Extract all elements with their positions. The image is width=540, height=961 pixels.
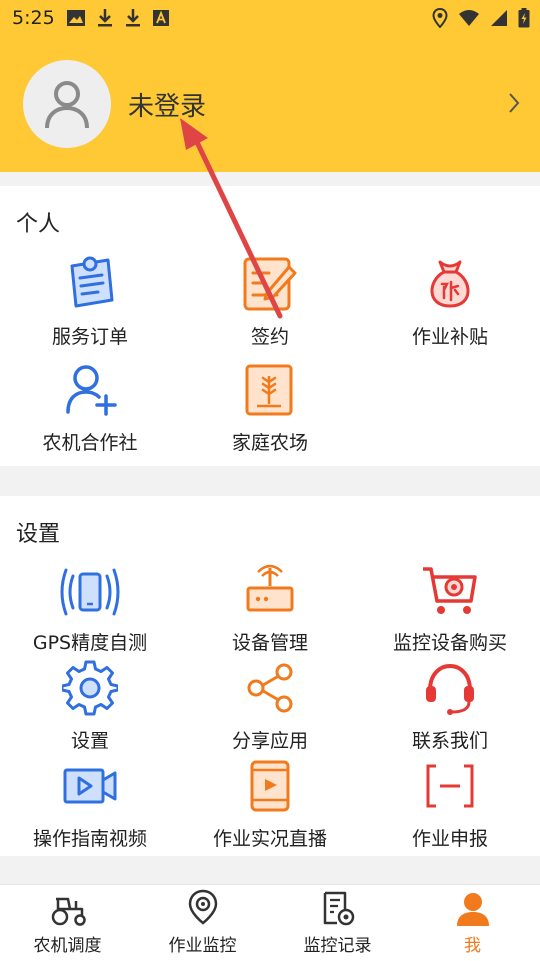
menu-item-work-declaration[interactable]: 作业申报 (360, 756, 540, 851)
bottom-tab-bar: 农机调度 作业监控 监控记录 我 (0, 884, 540, 961)
tab-monitor-records[interactable]: 监控记录 (270, 885, 405, 961)
download-icon (126, 9, 140, 27)
status-time: 5:25 (12, 7, 55, 29)
user-avatar-icon (45, 81, 89, 129)
location-camera-icon (188, 889, 217, 925)
menu-item-live-broadcast[interactable]: 作业实况直播 (180, 756, 360, 851)
menu-item-share-app[interactable]: 分享应用 (180, 658, 360, 753)
login-status-text[interactable]: 未登录 (128, 86, 206, 123)
tab-work-monitor[interactable]: 作业监控 (135, 885, 270, 961)
gps-phone-icon (60, 568, 120, 616)
wheat-farm-icon (245, 364, 293, 416)
personal-section: 个人 服务订单 签约 作业补贴 农机合作社 家庭农场 (0, 186, 540, 466)
image-icon (67, 10, 85, 26)
tab-label: 农机调度 (33, 936, 102, 956)
shopping-cart-icon (423, 567, 477, 614)
status-bar: 5:25 (0, 0, 540, 36)
menu-item-label: 操作指南视频 (32, 828, 147, 850)
menu-item-label: 家庭农场 (231, 432, 308, 454)
section-title: 设置 (16, 522, 61, 547)
font-a-icon (153, 10, 169, 26)
tab-label: 我 (464, 936, 481, 956)
user-header[interactable]: 未登录 (0, 36, 540, 172)
avatar[interactable] (23, 60, 111, 148)
menu-item-family-farm[interactable]: 家庭农场 (180, 360, 360, 455)
tab-label: 作业监控 (168, 936, 237, 956)
menu-item-label: 作业补贴 (411, 326, 488, 348)
menu-item-cooperative[interactable]: 农机合作社 (0, 360, 180, 455)
clipboard-icon (70, 256, 114, 308)
menu-item-label: 分享应用 (231, 730, 308, 752)
wifi-icon (459, 10, 479, 26)
menu-item-gps-test[interactable]: GPS精度自测 (0, 560, 180, 655)
router-icon (246, 564, 294, 612)
menu-item-service-order[interactable]: 服务订单 (0, 254, 180, 349)
tractor-icon (51, 897, 86, 926)
menu-item-subsidy[interactable]: 作业补贴 (360, 254, 540, 349)
sign-contract-icon (243, 257, 297, 311)
chevron-right-icon[interactable] (508, 92, 520, 114)
menu-item-buy-monitor[interactable]: 监控设备购买 (360, 560, 540, 655)
menu-item-label: 农机合作社 (42, 432, 138, 454)
record-doc-icon (323, 891, 354, 926)
download-icon (98, 9, 112, 27)
menu-item-guide-video[interactable]: 操作指南视频 (0, 756, 180, 851)
subsidy-bag-icon (430, 260, 470, 308)
tab-me[interactable]: 我 (405, 885, 540, 961)
tab-label: 监控记录 (303, 936, 372, 956)
menu-item-label: 服务订单 (51, 326, 128, 348)
declaration-icon (426, 764, 474, 808)
menu-item-label: 联系我们 (411, 730, 488, 752)
person-icon (456, 893, 489, 926)
menu-item-settings[interactable]: 设置 (0, 658, 180, 753)
gear-icon (62, 660, 118, 716)
signal-icon (491, 10, 507, 26)
add-user-icon (66, 365, 117, 416)
menu-item-label: GPS精度自测 (32, 632, 148, 654)
menu-item-label: 签约 (250, 326, 289, 348)
menu-item-sign-contract[interactable]: 签约 (180, 254, 360, 349)
tab-dispatch[interactable]: 农机调度 (0, 885, 135, 961)
section-title: 个人 (16, 212, 61, 237)
settings-section: 设置 GPS精度自测 设备管理 监控设备购买 设置 分享应用 联系我们 操作指南… (0, 496, 540, 856)
menu-item-label: 作业实况直播 (212, 828, 327, 850)
battery-icon (518, 8, 530, 28)
menu-item-label: 监控设备购买 (392, 632, 507, 654)
share-icon (247, 663, 293, 713)
live-broadcast-icon (250, 760, 290, 812)
headset-icon (426, 663, 474, 715)
menu-item-label: 设备管理 (231, 632, 308, 654)
location-icon (432, 8, 448, 28)
video-icon (63, 768, 117, 804)
menu-item-label: 作业申报 (411, 828, 488, 850)
menu-item-device-management[interactable]: 设备管理 (180, 560, 360, 655)
menu-item-label: 设置 (70, 730, 109, 752)
menu-item-contact-us[interactable]: 联系我们 (360, 658, 540, 753)
